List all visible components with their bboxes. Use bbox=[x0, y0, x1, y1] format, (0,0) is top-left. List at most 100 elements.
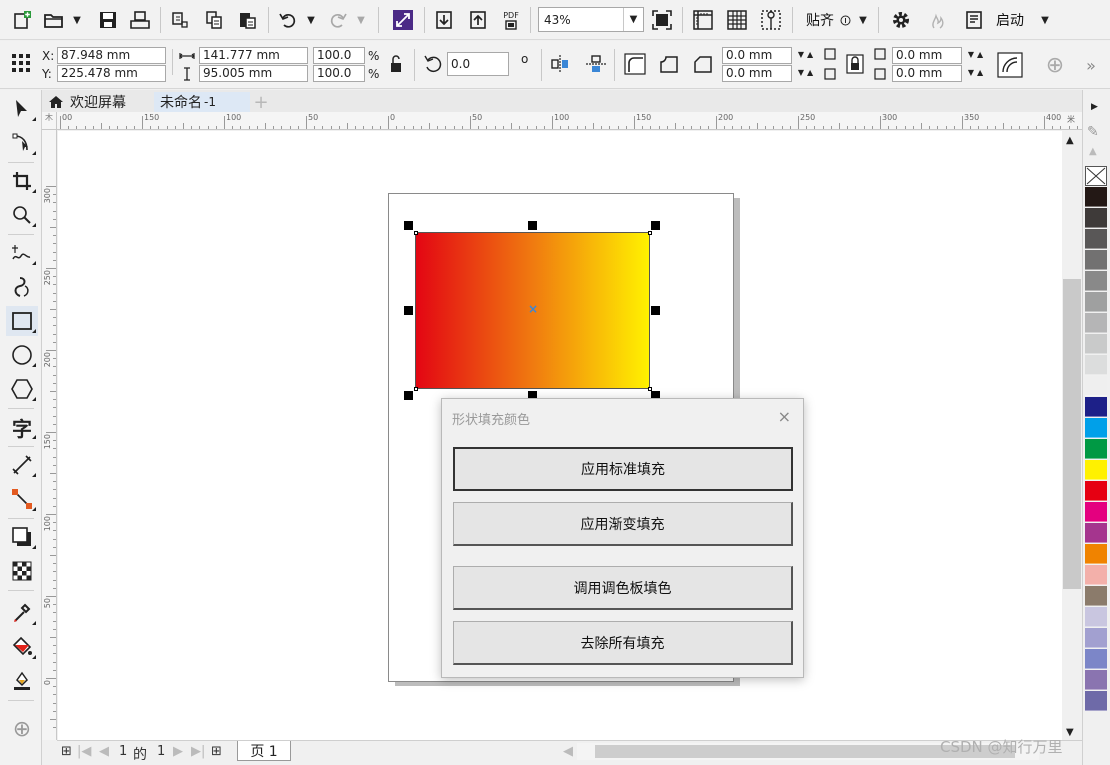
palette-swatch[interactable] bbox=[1085, 418, 1107, 438]
palette-swatch[interactable] bbox=[1085, 481, 1107, 501]
zoom-level-dropdown[interactable]: 43% ▼ bbox=[538, 7, 644, 32]
palette-swatch[interactable] bbox=[1085, 355, 1107, 375]
add-page-after-icon[interactable]: ⊞ bbox=[211, 744, 222, 759]
launch-window-icon[interactable] bbox=[962, 7, 986, 33]
next-page-icon[interactable]: ▶ bbox=[173, 744, 183, 759]
scalloped-corner-icon[interactable] bbox=[656, 53, 682, 75]
show-rulers-icon[interactable] bbox=[690, 7, 716, 33]
snap-dropdown-icon[interactable]: ▼ bbox=[856, 7, 870, 33]
object-origin-icon[interactable] bbox=[8, 50, 34, 76]
options-gear-icon[interactable] bbox=[888, 7, 914, 33]
launch-dropdown-icon[interactable]: ▼ bbox=[1038, 7, 1052, 33]
chamfered-corner-icon[interactable] bbox=[690, 53, 716, 75]
selection-handle-top[interactable] bbox=[528, 221, 537, 230]
apply-gradient-fill-button[interactable]: 应用渐变填充 bbox=[453, 502, 793, 546]
scale-width-field[interactable]: 100.0 bbox=[313, 47, 365, 64]
text-tool[interactable]: 字 bbox=[6, 412, 38, 442]
palette-swatch[interactable] bbox=[1085, 502, 1107, 522]
palette-swatch[interactable] bbox=[1085, 271, 1107, 291]
corner-node[interactable] bbox=[648, 231, 652, 235]
import-icon[interactable] bbox=[432, 7, 456, 33]
add-page-before-icon[interactable]: ⊞ bbox=[61, 744, 72, 759]
palette-swatch[interactable] bbox=[1085, 250, 1107, 270]
tab-welcome-screen[interactable]: 欢迎屏幕 bbox=[42, 92, 152, 112]
ellipse-tool[interactable] bbox=[6, 340, 38, 370]
open-dropdown-icon[interactable]: ▼ bbox=[70, 7, 84, 33]
selection-handle-right[interactable] bbox=[651, 306, 660, 315]
palette-swatch[interactable] bbox=[1085, 208, 1107, 228]
corner-radius-bottom-right-field[interactable]: 0.0 mm bbox=[892, 65, 962, 82]
corner-radius-top-left-spinner[interactable]: ▼▲ bbox=[793, 47, 821, 64]
redo-icon[interactable] bbox=[326, 7, 350, 33]
apply-standard-fill-button[interactable]: 应用标准填充 bbox=[453, 447, 793, 491]
publish-pdf-icon[interactable]: PDF bbox=[498, 7, 524, 33]
color-eyedropper-tool[interactable] bbox=[6, 598, 38, 628]
full-screen-preview-icon[interactable] bbox=[650, 7, 674, 33]
rotation-center-marker-icon[interactable]: × bbox=[528, 303, 538, 315]
palette-swatch[interactable] bbox=[1085, 460, 1107, 480]
export-icon[interactable] bbox=[466, 7, 490, 33]
palette-swatch[interactable] bbox=[1085, 544, 1107, 564]
shape-tool[interactable] bbox=[6, 128, 38, 158]
ruler-origin-corner[interactable]: 木 bbox=[42, 112, 57, 130]
palette-swatch[interactable] bbox=[1085, 187, 1107, 207]
page-1-tab[interactable]: 页 1 bbox=[237, 741, 291, 761]
palette-fill-button[interactable]: 调用调色板填色 bbox=[453, 566, 793, 610]
rotation-angle-field[interactable]: 0.0 bbox=[447, 52, 509, 76]
remove-all-fills-button[interactable]: 去除所有填充 bbox=[453, 621, 793, 665]
print-icon[interactable] bbox=[128, 7, 152, 33]
corner-radius-top-right-field[interactable]: 0.0 mm bbox=[892, 47, 962, 64]
redo-dropdown-icon[interactable]: ▼ bbox=[354, 7, 368, 33]
vertical-scroll-thumb[interactable] bbox=[1063, 279, 1081, 589]
cut-icon[interactable] bbox=[168, 7, 192, 33]
corner-radius-bottom-left-spinner[interactable]: ▼▲ bbox=[793, 65, 821, 82]
palette-swatch[interactable] bbox=[1085, 229, 1107, 249]
palette-swatch[interactable] bbox=[1085, 628, 1107, 648]
zoom-dropdown-arrow-icon[interactable]: ▼ bbox=[623, 8, 643, 31]
connector-tool[interactable] bbox=[6, 484, 38, 514]
rectangle-tool[interactable] bbox=[6, 306, 38, 336]
palette-swatch[interactable] bbox=[1085, 292, 1107, 312]
application-launcher-flame-icon[interactable] bbox=[926, 7, 950, 33]
vertical-ruler[interactable]: 300 250 200 150 100 50 0 bbox=[42, 130, 57, 740]
width-field[interactable]: 141.777 mm bbox=[199, 47, 308, 64]
corner-radius-top-right-spinner[interactable]: ▼▲ bbox=[963, 47, 991, 64]
palette-swatch[interactable] bbox=[1085, 586, 1107, 606]
snap-to-button[interactable]: 贴齐 bbox=[800, 7, 840, 33]
open-folder-icon[interactable] bbox=[42, 7, 66, 33]
scroll-up-arrow-icon[interactable]: ▲ bbox=[1066, 135, 1074, 146]
palette-swatch[interactable] bbox=[1085, 523, 1107, 543]
copy-icon[interactable] bbox=[202, 7, 226, 33]
palette-eyedropper-icon[interactable]: ✎ bbox=[1087, 124, 1099, 140]
selection-handle-top-right[interactable] bbox=[651, 221, 660, 230]
polygon-tool[interactable] bbox=[6, 374, 38, 404]
more-chevron-icon[interactable]: » bbox=[1080, 53, 1102, 77]
show-grid-icon[interactable] bbox=[724, 7, 750, 33]
palette-swatch[interactable] bbox=[1085, 439, 1107, 459]
paste-icon[interactable] bbox=[236, 7, 260, 33]
smart-fill-tool[interactable] bbox=[6, 666, 38, 696]
scale-corners-icon[interactable] bbox=[996, 51, 1024, 79]
dialog-close-icon[interactable]: × bbox=[778, 407, 791, 426]
corner-node[interactable] bbox=[414, 231, 418, 235]
mirror-vertical-icon[interactable] bbox=[584, 53, 608, 75]
selection-handle-bottom-left[interactable] bbox=[404, 391, 413, 400]
search-content-icon[interactable] bbox=[390, 7, 416, 33]
palette-swatch[interactable] bbox=[1085, 691, 1107, 711]
palette-swatch[interactable] bbox=[1085, 607, 1107, 627]
y-position-field[interactable]: 225.478 mm bbox=[57, 65, 166, 82]
drop-shadow-tool[interactable] bbox=[6, 522, 38, 552]
round-corner-icon[interactable] bbox=[622, 53, 648, 75]
palette-swatch[interactable] bbox=[1085, 376, 1107, 396]
palette-swatch[interactable] bbox=[1085, 397, 1107, 417]
new-tab-plus-icon[interactable]: + bbox=[250, 92, 272, 113]
add-tool-plus-icon[interactable]: ⊕ bbox=[6, 714, 38, 744]
palette-swatch[interactable] bbox=[1085, 565, 1107, 585]
new-document-icon[interactable] bbox=[10, 7, 34, 33]
lock-ratio-icon[interactable] bbox=[386, 53, 406, 75]
selection-handle-top-left[interactable] bbox=[404, 221, 413, 230]
palette-scroll-up-icon[interactable]: ▲ bbox=[1089, 146, 1097, 157]
mirror-horizontal-icon[interactable] bbox=[548, 53, 572, 75]
artistic-media-tool[interactable] bbox=[6, 272, 38, 302]
relative-corner-lock-icon[interactable] bbox=[844, 53, 866, 75]
